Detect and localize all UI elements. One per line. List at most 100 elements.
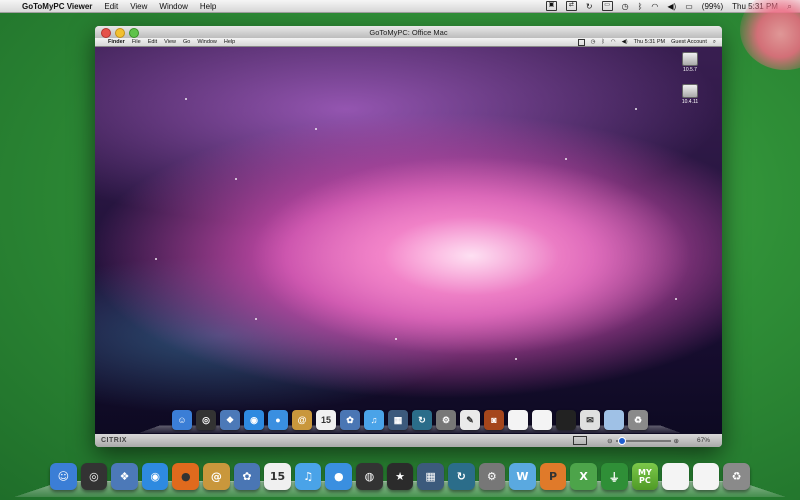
screen-menubar-icon[interactable]: ▭ — [601, 1, 613, 11]
dock-excel-icon[interactable]: X — [570, 463, 597, 490]
remote-menu-go[interactable]: Go — [183, 39, 190, 45]
remote-menubar: Finder File Edit View Go Window Help ◷ ᛒ… — [95, 38, 722, 47]
window-titlebar[interactable]: GoToMyPC: Office Mac — [95, 26, 722, 38]
remote-dock: ☺ ◎ ❖ ◉ ● @15 ✿ ♫ ▦ ↻ ⚙ ✎ ◙ ✉ ♻ — [155, 408, 665, 430]
dock-preview-icon[interactable]: ❖ — [220, 410, 240, 430]
zoom-slider[interactable]: ⊖ ⊕ — [607, 436, 679, 445]
dock-spaces-icon[interactable]: ▦ — [388, 410, 408, 430]
remote-menu-help[interactable]: Help — [224, 39, 235, 45]
star — [395, 338, 397, 340]
remote-desktop-view[interactable]: Finder File Edit View Go Window Help ◷ ᛒ… — [95, 38, 722, 434]
dock-iphoto-icon[interactable]: ✿ — [233, 463, 261, 490]
dock-word-icon[interactable]: W — [509, 463, 536, 490]
dock-systemprefs-icon[interactable]: ⚙ — [436, 410, 456, 430]
dock-firefox-icon[interactable]: ● — [172, 463, 200, 490]
dock-safari-icon[interactable]: ◉ — [141, 463, 169, 490]
dock-timemachine-icon[interactable]: ↻ — [447, 463, 475, 490]
dock-finder-icon[interactable]: ☺ — [172, 410, 192, 430]
citrix-logo: CITRIX — [101, 437, 127, 444]
dock-photobooth-icon[interactable]: ◙ — [484, 410, 504, 430]
zoom-percent: 67% — [696, 437, 710, 444]
bluetooth-icon[interactable]: ᛒ — [638, 2, 643, 11]
dock-trash-icon[interactable]: ♻ — [628, 410, 648, 430]
dock-screen-icon[interactable] — [556, 410, 576, 430]
dock-doc2-icon[interactable] — [692, 463, 720, 490]
remote-spotlight-icon[interactable]: ⌕ — [713, 39, 716, 46]
remote-menu-file[interactable]: File — [132, 39, 141, 45]
remote-clock[interactable]: Thu 5:31 PM — [634, 39, 666, 45]
window-title: GoToMyPC: Office Mac — [369, 27, 448, 37]
menu-help[interactable]: Help — [200, 2, 216, 11]
star — [515, 358, 517, 360]
wifi-icon[interactable]: ◠ — [651, 2, 658, 11]
remote-user[interactable]: Guest Account — [671, 39, 707, 45]
menu-window[interactable]: Window — [159, 2, 187, 11]
dock-doc1-icon[interactable] — [662, 463, 689, 490]
dock-itunes-icon[interactable]: ♫ — [294, 463, 322, 490]
dock-imovie-icon[interactable]: ★ — [386, 463, 414, 490]
refresh-menubar-icon[interactable]: ↻ — [586, 2, 593, 11]
remote-wifi-icon[interactable]: ◠ — [611, 39, 616, 45]
dock-addressbook-icon[interactable]: @ — [203, 463, 230, 490]
dock-addressbook-icon[interactable]: @ — [292, 410, 312, 430]
remote-screen-icon[interactable] — [577, 38, 585, 46]
dock-doc1-icon[interactable] — [508, 410, 528, 430]
dock-timemachine-icon[interactable]: ↻ — [412, 410, 432, 430]
star — [185, 98, 187, 100]
dock-ichat-icon[interactable]: ● — [325, 463, 353, 490]
dock-folder-icon[interactable] — [604, 410, 624, 430]
dock-gotomypc-connect-icon[interactable]: ⏚ — [600, 463, 628, 490]
fullscreen-icon[interactable] — [573, 436, 588, 445]
remote-menu-edit[interactable]: Edit — [148, 39, 157, 45]
dock-mypc-icon[interactable]: MY PC — [631, 463, 659, 490]
dock-dashboard-icon[interactable]: ◎ — [80, 463, 108, 490]
dock-systemprefs-icon[interactable]: ⚙ — [478, 463, 506, 490]
hard-drive-icon — [682, 84, 698, 98]
zoom-button[interactable] — [129, 28, 139, 38]
gotomypc-menubar-icon[interactable]: ▣ — [545, 1, 557, 11]
remote-app-menu[interactable]: Finder — [108, 39, 125, 45]
dock-preview-icon[interactable]: ❖ — [111, 463, 138, 490]
dock-mail-icon[interactable]: ✉ — [580, 410, 600, 430]
dock-trash-icon[interactable]: ♻ — [723, 463, 751, 490]
drive-label: 10.4.11 — [681, 99, 699, 105]
dock-doc2-icon[interactable] — [532, 410, 552, 430]
minimize-button[interactable] — [115, 28, 125, 38]
sync-menubar-icon[interactable]: ⇄ — [565, 1, 577, 11]
app-menu[interactable]: GoToMyPC Viewer — [22, 2, 92, 11]
dock-dashboard-icon[interactable]: ◎ — [196, 410, 216, 430]
desktop-drive-2[interactable]: 10.4.11 — [680, 84, 700, 105]
timemachine-menubar-icon[interactable]: ◷ — [622, 2, 629, 11]
dock-ical-icon[interactable]: 15 — [264, 463, 291, 490]
remote-menu-view[interactable]: View — [164, 39, 176, 45]
viewer-statusbar: CITRIX ⊖ ⊕ 67% — [95, 434, 722, 447]
dock-safari-icon[interactable]: ◉ — [244, 410, 264, 430]
dock-aperture-icon[interactable]: ◍ — [356, 463, 383, 490]
dock-powerpoint-icon[interactable]: P — [539, 463, 567, 490]
remote-bluetooth-icon[interactable]: ᛒ — [601, 39, 604, 45]
dock-itunes-icon[interactable]: ♫ — [364, 410, 384, 430]
menu-edit[interactable]: Edit — [104, 2, 118, 11]
menu-view[interactable]: View — [130, 2, 147, 11]
dock-spaces-icon[interactable]: ▦ — [417, 463, 444, 490]
remote-timemachine-icon[interactable]: ◷ — [591, 39, 596, 45]
dock-iphoto-icon[interactable]: ✿ — [340, 410, 360, 430]
dock-finder-icon[interactable]: ☺ — [50, 463, 77, 490]
zoom-knob[interactable] — [617, 436, 626, 445]
battery-icon[interactable]: ▭ — [685, 2, 693, 11]
zoom-track[interactable] — [615, 436, 671, 445]
dock-ical-icon[interactable]: 15 — [316, 410, 336, 430]
dock-textedit-icon[interactable]: ✎ — [460, 410, 480, 430]
host-dock: ☺ ◎ ❖ ◉ ● @ ✿ 15 ♫ ● ◍ ★ ▦ ↻ ⚙ W P X ⏚ MY PC ♻ — [50, 456, 751, 490]
remote-volume-icon[interactable]: ◀) — [622, 39, 628, 45]
hard-drive-icon — [682, 52, 698, 66]
dock-ichat-icon[interactable]: ● — [268, 410, 288, 430]
zoom-in-icon[interactable]: ⊕ — [674, 437, 679, 445]
desktop-drive-1[interactable]: 10.5.7 — [680, 52, 700, 73]
volume-icon[interactable]: ◀) — [667, 2, 676, 11]
close-button[interactable] — [101, 28, 111, 38]
star — [255, 318, 257, 320]
remote-menu-window[interactable]: Window — [197, 39, 217, 45]
star — [235, 178, 237, 180]
zoom-out-icon[interactable]: ⊖ — [607, 437, 612, 445]
